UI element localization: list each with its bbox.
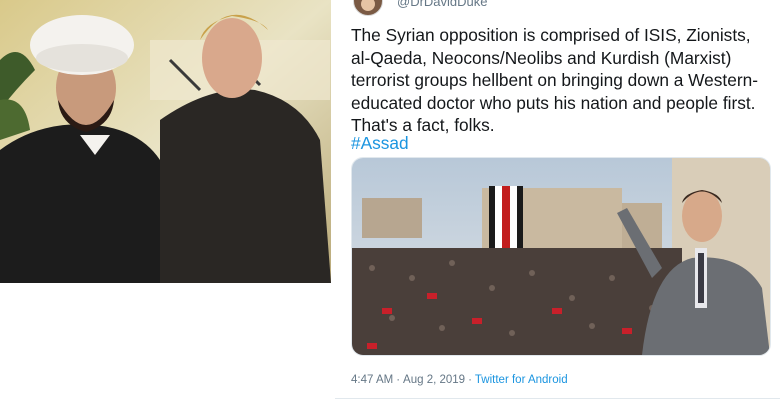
meta-separator: ·	[396, 374, 401, 386]
tweet-photo-image	[352, 158, 770, 355]
tweet-text: The Syrian opposition is comprised of IS…	[351, 25, 758, 135]
tweet-source-link[interactable]: Twitter for Android	[475, 374, 568, 386]
left-photo-image	[0, 0, 331, 283]
tweet-date[interactable]: Aug 2, 2019	[403, 374, 465, 386]
meta-separator-2: ·	[468, 374, 472, 386]
left-photo	[0, 0, 331, 283]
tweet-media-image[interactable]	[351, 157, 771, 356]
tweet-meta: 4:47 AM · Aug 2, 2019 · Twitter for Android	[351, 374, 568, 386]
author-handle[interactable]: @DrDavidDuke	[397, 0, 488, 9]
tweet-divider	[335, 398, 780, 399]
tweet-time[interactable]: 4:47 AM	[351, 374, 393, 386]
left-blank-area	[0, 283, 335, 405]
hashtag-link[interactable]: #Assad	[351, 132, 409, 155]
